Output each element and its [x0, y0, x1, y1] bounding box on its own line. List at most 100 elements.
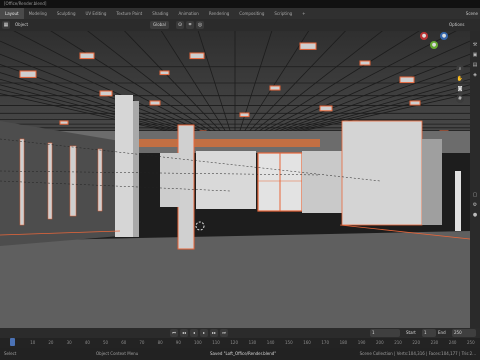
tab-rendering[interactable]: Rendering [204, 8, 234, 19]
ruler-tick-label: 210 [394, 340, 402, 345]
timeline-header: ⏮ ◂◂ ◂ ▸ ▸▸ ⏭ 1 Start 1 End 250 [0, 328, 480, 338]
play-button[interactable]: ▸ [200, 329, 208, 337]
workspace-tab-bar: Layout Modeling Sculpting UV Editing Tex… [0, 8, 480, 19]
3d-cursor [195, 221, 205, 231]
status-select-hint: Select [4, 351, 17, 356]
ruler-tick-label: 160 [303, 340, 311, 345]
play-reverse-button[interactable]: ◂ [190, 329, 198, 337]
modifier-icon[interactable]: ⚙ [471, 201, 479, 209]
next-keyframe-button[interactable]: ▸▸ [210, 329, 218, 337]
ruler-tick-label: 120 [230, 340, 239, 345]
x-axis-icon[interactable]: ● [420, 32, 428, 40]
ruler-tick-label: 10 [30, 340, 36, 345]
window-title: [Office/Render.blend] [4, 1, 47, 6]
jump-start-button[interactable]: ⏮ [170, 329, 178, 337]
current-frame-field[interactable]: 1 [370, 329, 400, 337]
ceiling-light [79, 52, 95, 60]
tab-texture-paint[interactable]: Texture Paint [111, 8, 147, 19]
status-bar: Select Object Context Menu Saved "Loft_O… [0, 348, 480, 360]
properties-strip: ⚒ ▣ ▤ ◈ ▢ ⚙ ● [470, 31, 480, 328]
end-frame-field[interactable]: 250 [452, 329, 476, 337]
ceiling-light [149, 100, 161, 106]
grid-toggle-icon[interactable]: # [456, 95, 464, 103]
tab-modeling[interactable]: Modeling [24, 8, 52, 19]
selected-column [177, 124, 195, 250]
ceiling-light [319, 105, 333, 112]
post [47, 142, 53, 220]
editor-type-icon[interactable]: ▦ [2, 21, 10, 29]
ruler-tick-label: 40 [84, 340, 90, 345]
ruler-tick-label: 180 [339, 340, 348, 345]
tab-animation[interactable]: Animation [173, 8, 203, 19]
partition-wall [196, 151, 256, 209]
ceiling-light [239, 112, 250, 118]
scene-icon[interactable]: ◈ [471, 71, 479, 79]
ceiling-light [399, 76, 415, 84]
add-workspace-button[interactable]: + [297, 8, 310, 19]
camera-icon[interactable]: ◙ [456, 85, 464, 93]
ruler-tick-label: 200 [376, 340, 384, 345]
tab-sculpting[interactable]: Sculpting [52, 8, 81, 19]
zoom-icon[interactable]: ⌕ [456, 65, 464, 73]
transform-orientation-dropdown[interactable]: Global [150, 21, 169, 29]
output-icon[interactable]: ▤ [471, 61, 479, 69]
3d-viewport[interactable]: ● ● ● ⌕ ✋ ◙ # [0, 31, 470, 328]
ruler-tick-label: 130 [248, 340, 257, 345]
large-column [115, 95, 133, 237]
ceiling-light [59, 120, 69, 125]
ruler-tick-label: 50 [103, 340, 109, 345]
start-frame-field[interactable]: 1 [422, 329, 436, 337]
partition-wall [160, 153, 180, 207]
ruler-tick-label: 170 [321, 340, 330, 345]
mode-selector[interactable]: Object [12, 21, 31, 29]
ceiling-light [159, 70, 170, 76]
ceiling-trim [120, 139, 320, 147]
ruler-tick-label: 20 [48, 340, 54, 345]
right-block [302, 151, 342, 213]
ceiling-light [19, 70, 37, 78]
options-dropdown[interactable]: Options [446, 21, 467, 29]
ruler-tick-label: 140 [266, 340, 275, 345]
tab-scripting[interactable]: Scripting [269, 8, 297, 19]
floor [0, 231, 470, 328]
material-icon[interactable]: ● [471, 211, 479, 219]
playhead[interactable] [10, 338, 15, 346]
scene-selector[interactable]: Scene [466, 8, 478, 19]
ruler-tick-label: 150 [285, 340, 293, 345]
ceiling-light [189, 52, 205, 60]
title-bar: [Office/Render.blend] [0, 0, 480, 8]
viewport-scene [0, 31, 470, 328]
z-axis-icon[interactable]: ● [440, 32, 448, 40]
tool-icon[interactable]: ⚒ [471, 41, 479, 49]
ruler-tick-label: 190 [357, 340, 366, 345]
tab-shading[interactable]: Shading [147, 8, 173, 19]
ceiling-light [99, 90, 113, 97]
tab-uv-editing[interactable]: UV Editing [81, 8, 112, 19]
y-axis-icon[interactable]: ● [430, 41, 438, 49]
post [69, 145, 77, 217]
hand-pan-icon[interactable]: ✋ [456, 75, 464, 83]
jump-end-button[interactable]: ⏭ [220, 329, 228, 337]
right-wall-side [422, 139, 442, 225]
prev-keyframe-button[interactable]: ◂◂ [180, 329, 188, 337]
ruler-tick-label: 220 [412, 340, 421, 345]
ruler-tick-label: 230 [430, 340, 439, 345]
large-column-side [133, 101, 139, 237]
scene-statistics: Scene Collection | Verts:104,316 | Faces… [359, 351, 476, 356]
viewport-header: ▦ Object Global ⊙ ⌗ ◎ Options [0, 19, 480, 31]
ceiling-light [359, 60, 371, 66]
ceiling-light [269, 85, 281, 91]
render-icon[interactable]: ▣ [471, 51, 479, 59]
ruler-tick-label: 110 [212, 340, 220, 345]
snap-icon[interactable]: ⌗ [186, 21, 194, 29]
ruler-tick-label: 250 [467, 340, 475, 345]
ruler-tick-label: 70 [139, 340, 145, 345]
ruler-tick-label: 60 [121, 340, 127, 345]
ruler-tick-label: 240 [448, 340, 457, 345]
frame-ruler[interactable]: 0102030405060708090100110120130140150160… [0, 338, 480, 348]
tab-compositing[interactable]: Compositing [234, 8, 269, 19]
tab-layout[interactable]: Layout [0, 8, 24, 19]
object-icon[interactable]: ▢ [471, 191, 479, 199]
pivot-icon[interactable]: ⊙ [176, 21, 184, 29]
proportional-edit-icon[interactable]: ◎ [196, 21, 204, 29]
